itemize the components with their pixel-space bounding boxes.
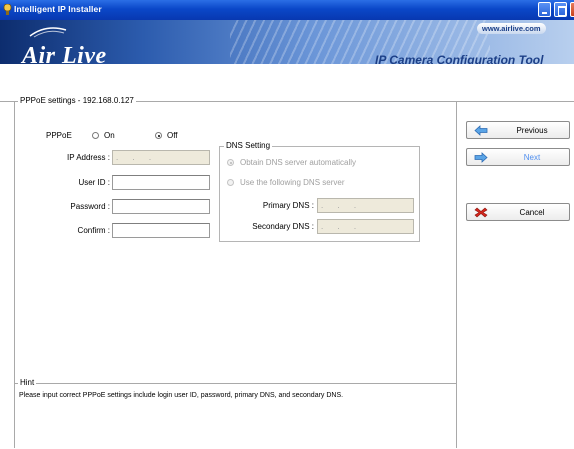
ip-address-field: . . . — [112, 150, 210, 165]
dns-auto-label: Obtain DNS server automatically — [240, 158, 357, 167]
user-id-label: User ID : — [78, 178, 110, 187]
pppoe-label: PPPoE — [46, 131, 72, 140]
minimize-icon — [542, 12, 547, 14]
window-titlebar[interactable]: Intelligent IP Installer — [0, 0, 574, 20]
pppoe-off-radio[interactable] — [155, 132, 162, 139]
next-button[interactable]: Next — [466, 148, 570, 166]
confirm-label: Confirm : — [77, 226, 110, 235]
arrow-left-icon — [474, 125, 488, 136]
panel-divider — [456, 101, 457, 448]
pppoe-off-label[interactable]: Off — [167, 131, 178, 140]
website-url: www.airlive.com — [477, 23, 546, 34]
dns-manual-label: Use the following DNS server — [240, 178, 345, 187]
primary-dns-label: Primary DNS : — [262, 201, 314, 210]
previous-button[interactable]: Previous — [466, 121, 570, 139]
hint-text: Please input correct PPPoE settings incl… — [19, 392, 344, 399]
secondary-dns-field: . . . — [317, 219, 414, 234]
dns-setting-title: DNS Setting — [224, 141, 273, 150]
user-id-field[interactable] — [112, 175, 210, 190]
cancel-button[interactable]: Cancel — [466, 203, 570, 221]
cancel-button-label: Cancel — [519, 208, 545, 217]
close-button[interactable] — [570, 2, 574, 17]
pppoe-on-label[interactable]: On — [104, 131, 115, 140]
window-title: Intelligent IP Installer — [14, 4, 102, 14]
password-field[interactable] — [112, 199, 210, 214]
dns-auto-radio — [227, 159, 234, 166]
app-icon — [3, 4, 12, 15]
confirm-password-field[interactable] — [112, 223, 210, 238]
previous-button-label: Previous — [516, 126, 548, 135]
arrow-right-icon — [474, 152, 488, 163]
password-label: Password : — [70, 202, 110, 211]
minimize-button[interactable] — [538, 2, 551, 17]
airlive-logo: Air Live — [22, 43, 107, 64]
maximize-button[interactable] — [554, 2, 567, 17]
pppoe-on-radio[interactable] — [92, 132, 99, 139]
next-button-label: Next — [523, 153, 541, 162]
maximize-icon — [558, 6, 566, 16]
primary-dns-field: . . . — [317, 198, 414, 213]
ip-address-label: IP Address : — [67, 153, 110, 162]
header-banner: Air Live www.airlive.com IP Camera Confi… — [0, 20, 574, 64]
banner-title: IP Camera Configuration Tool — [375, 53, 544, 64]
x-icon — [474, 207, 488, 218]
secondary-dns-label: Secondary DNS : — [252, 222, 314, 231]
dns-manual-radio — [227, 179, 234, 186]
pppoe-group-title: PPPoE settings - 192.168.0.127 — [18, 96, 136, 105]
hint-title: Hint — [18, 378, 37, 387]
logo-swoosh-icon — [29, 27, 67, 38]
